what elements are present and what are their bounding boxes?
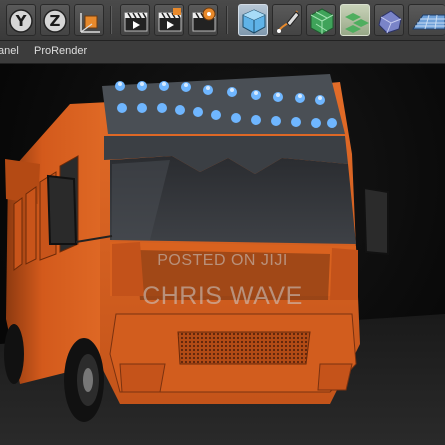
svg-text:Y: Y bbox=[15, 12, 28, 30]
menu-bar: anel ProRender bbox=[0, 41, 445, 64]
render-view-button[interactable] bbox=[120, 4, 150, 36]
y-axis-lock-button[interactable]: Y bbox=[6, 4, 36, 36]
3d-viewport[interactable]: POSTED ON JIJI CHRIS WAVE bbox=[0, 64, 445, 445]
render-settings-button[interactable] bbox=[188, 4, 218, 36]
svg-text:Z: Z bbox=[50, 12, 61, 30]
z-axis-lock-button[interactable]: Z bbox=[40, 4, 70, 36]
cube-primitive-icon bbox=[242, 9, 266, 34]
cloner-icon bbox=[345, 13, 369, 33]
menu-item-panel[interactable]: anel bbox=[0, 45, 19, 57]
menu-item-prorender[interactable]: ProRender bbox=[34, 45, 87, 57]
floor-button[interactable] bbox=[408, 4, 445, 36]
z-axis-lock-icon: Z bbox=[43, 9, 67, 33]
pen-spline-button[interactable] bbox=[272, 4, 302, 36]
deformer-icon bbox=[378, 10, 402, 34]
truck-render bbox=[0, 74, 445, 445]
pen-spline-icon bbox=[277, 10, 300, 33]
main-toolbar: Y Z bbox=[0, 0, 445, 41]
y-axis-lock-icon: Y bbox=[9, 9, 33, 33]
floor-icon bbox=[412, 14, 445, 30]
cube-primitive-button[interactable] bbox=[238, 4, 268, 36]
render-to-picture-viewer-icon bbox=[158, 8, 182, 32]
coordinate-system-button[interactable] bbox=[74, 4, 104, 36]
cloner-button[interactable] bbox=[340, 4, 370, 36]
subdivision-surface-button[interactable] bbox=[306, 4, 336, 36]
deformer-button[interactable] bbox=[374, 4, 404, 36]
subdivision-surface-icon bbox=[310, 8, 334, 35]
render-to-picture-viewer-button[interactable] bbox=[154, 4, 184, 36]
render-view-icon bbox=[124, 12, 148, 32]
coordinate-system-icon bbox=[80, 13, 100, 33]
render-settings-icon bbox=[192, 7, 216, 32]
